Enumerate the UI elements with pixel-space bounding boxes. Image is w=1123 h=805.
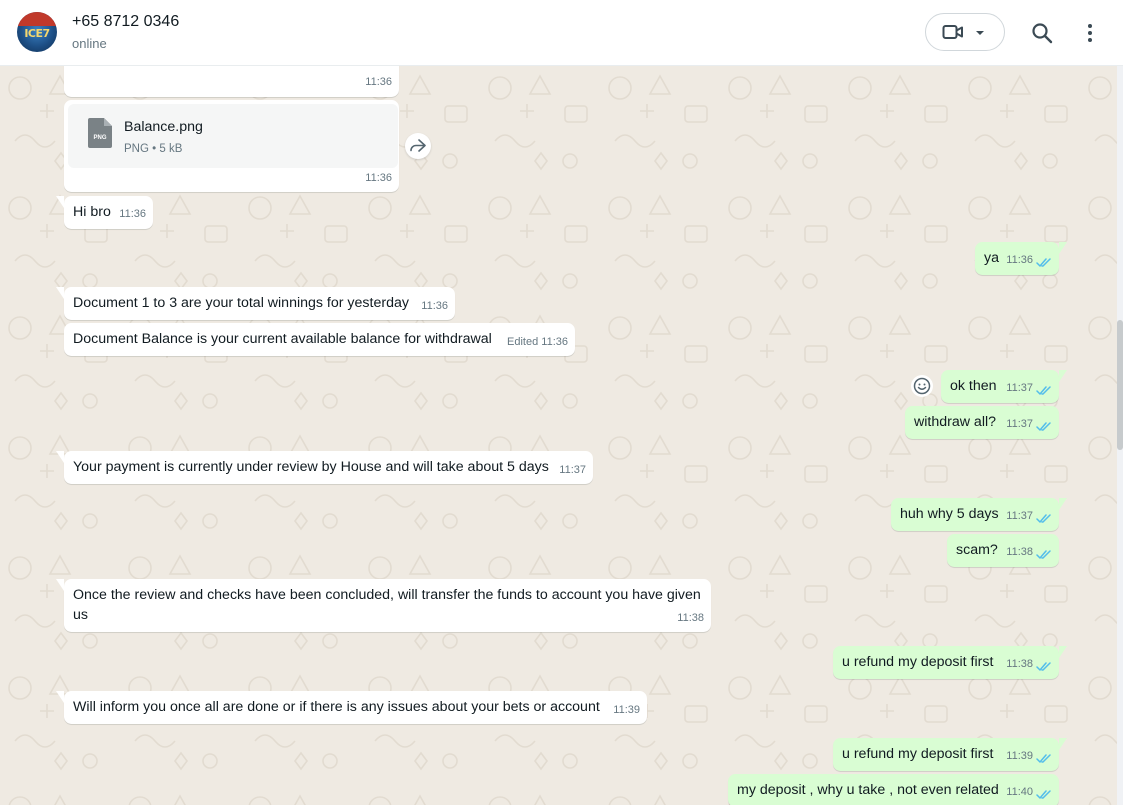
message-text: Will inform you once all are done or if … — [73, 699, 600, 715]
read-receipt-icon — [1036, 550, 1051, 559]
message-outgoing[interactable]: u refund my deposit first 11:39 — [833, 738, 1067, 771]
chat-scrollbar-thumb[interactable] — [1117, 320, 1123, 450]
message-time: 11:39 — [1006, 750, 1033, 762]
message-time: 11:36 — [1006, 254, 1033, 266]
message-time: 11:36 — [119, 208, 146, 220]
chevron-down-icon — [976, 31, 984, 35]
message-time: 11:36 — [541, 336, 568, 348]
forward-message-button[interactable] — [405, 133, 431, 159]
read-receipt-icon — [1036, 790, 1051, 799]
message-outgoing[interactable]: u refund my deposit first 11:38 — [833, 646, 1067, 679]
document-file-info: PNG • 5 kB — [124, 140, 182, 159]
message-outgoing[interactable]: ya 11:36 — [975, 242, 1067, 275]
message-time: 11:39 — [613, 704, 640, 716]
emoji-reaction-icon[interactable] — [910, 374, 934, 398]
message-text: Hi bro — [73, 204, 111, 220]
message-time: 11:37 — [559, 464, 586, 476]
message-incoming[interactable]: Document 1 to 3 are your total winnings … — [56, 287, 455, 320]
message-time: 11:36 — [421, 300, 448, 312]
message-incoming[interactable]: Hi bro 11:36 — [56, 196, 153, 229]
message-time: 11:38 — [677, 612, 704, 624]
search-icon[interactable] — [1030, 21, 1054, 45]
message-text: u refund my deposit first — [842, 654, 994, 670]
document-file-size: 5 kB — [159, 143, 183, 155]
message-document[interactable]: PNG Balance.png PNG • 5 kB 11:36 — [64, 100, 399, 192]
message-time: 11:37 — [1006, 418, 1033, 430]
message-text: scam? — [956, 542, 998, 558]
edited-label: Edited — [507, 336, 539, 348]
read-receipt-icon — [1036, 422, 1051, 431]
read-receipt-icon — [1036, 754, 1051, 763]
avatar-banner — [17, 12, 57, 26]
video-camera-icon — [942, 25, 963, 39]
message-incoming[interactable]: Your payment is currently under review b… — [56, 451, 593, 484]
bubble-tail — [56, 451, 64, 463]
doc-icon-label: PNG — [93, 135, 106, 141]
message-text: my deposit , why u take , not even relat… — [737, 782, 999, 798]
read-receipt-icon — [1036, 514, 1051, 523]
kebab-menu-icon[interactable] — [1078, 21, 1102, 45]
message-meta: Edited 11:36 — [507, 333, 568, 352]
document-attachment[interactable]: PNG Balance.png PNG • 5 kB — [68, 104, 398, 168]
message-text: Document Balance is your current availab… — [73, 331, 492, 347]
message-time: 11:36 — [365, 76, 392, 88]
message-outgoing[interactable]: my deposit , why u take , not even relat… — [728, 774, 1059, 805]
message-incoming[interactable]: 11:36 — [64, 66, 399, 97]
message-time: 11:36 — [365, 172, 392, 184]
bubble-tail — [1059, 242, 1067, 254]
bubble-tail — [1059, 646, 1067, 658]
png-file-icon: PNG — [88, 118, 112, 148]
message-text-line-2: us — [73, 607, 88, 623]
bubble-tail — [1059, 498, 1067, 510]
contact-name[interactable]: +65 8712 0346 — [72, 13, 179, 31]
avatar-logo-text: ICE7 — [24, 27, 50, 40]
message-incoming[interactable]: Document Balance is your current availab… — [64, 323, 575, 356]
read-receipt-icon — [1036, 386, 1051, 395]
bubble-tail — [1059, 738, 1067, 750]
message-text: ya — [984, 250, 999, 266]
message-outgoing[interactable]: ok then 11:37 — [941, 370, 1067, 403]
message-time: 11:38 — [1006, 658, 1033, 670]
chat-header: ICE7 +65 8712 0346 online — [0, 0, 1123, 66]
document-file-type: PNG — [124, 143, 149, 155]
contact-avatar[interactable]: ICE7 — [17, 12, 57, 52]
message-text: withdraw all? — [914, 414, 997, 430]
message-text-line-1: Once the review and checks have been con… — [73, 587, 701, 603]
message-text: Document 1 to 3 are your total winnings … — [73, 295, 409, 311]
bubble-tail — [56, 196, 64, 208]
bubble-tail — [1059, 370, 1067, 382]
message-outgoing[interactable]: withdraw all? 11:37 — [905, 406, 1059, 439]
message-time: 11:40 — [1006, 786, 1033, 798]
chat-area[interactable]: 11:36 PNG Balance.png PNG • 5 kB 11:36 H… — [0, 66, 1117, 805]
message-time: 11:37 — [1006, 382, 1033, 394]
message-outgoing[interactable]: huh why 5 days 11:37 — [891, 498, 1067, 531]
bubble-tail — [56, 579, 64, 591]
video-call-button[interactable] — [925, 13, 1005, 51]
bubble-tail — [56, 287, 64, 299]
read-receipt-icon — [1036, 662, 1051, 671]
message-outgoing[interactable]: scam? 11:38 — [947, 534, 1059, 567]
message-text: Your payment is currently under review b… — [73, 459, 549, 475]
message-time: 11:37 — [1006, 510, 1033, 522]
message-text: u refund my deposit first — [842, 746, 994, 762]
message-text: ok then — [950, 378, 997, 394]
message-text: huh why 5 days — [900, 506, 999, 522]
bubble-tail — [56, 691, 64, 703]
read-receipt-icon — [1036, 258, 1051, 267]
message-incoming[interactable]: Once the review and checks have been con… — [56, 579, 711, 632]
document-file-name: Balance.png — [124, 119, 203, 135]
message-incoming[interactable]: Will inform you once all are done or if … — [56, 691, 647, 724]
message-time: 11:38 — [1006, 546, 1033, 558]
contact-status: online — [72, 36, 107, 51]
forward-icon — [410, 139, 426, 152]
